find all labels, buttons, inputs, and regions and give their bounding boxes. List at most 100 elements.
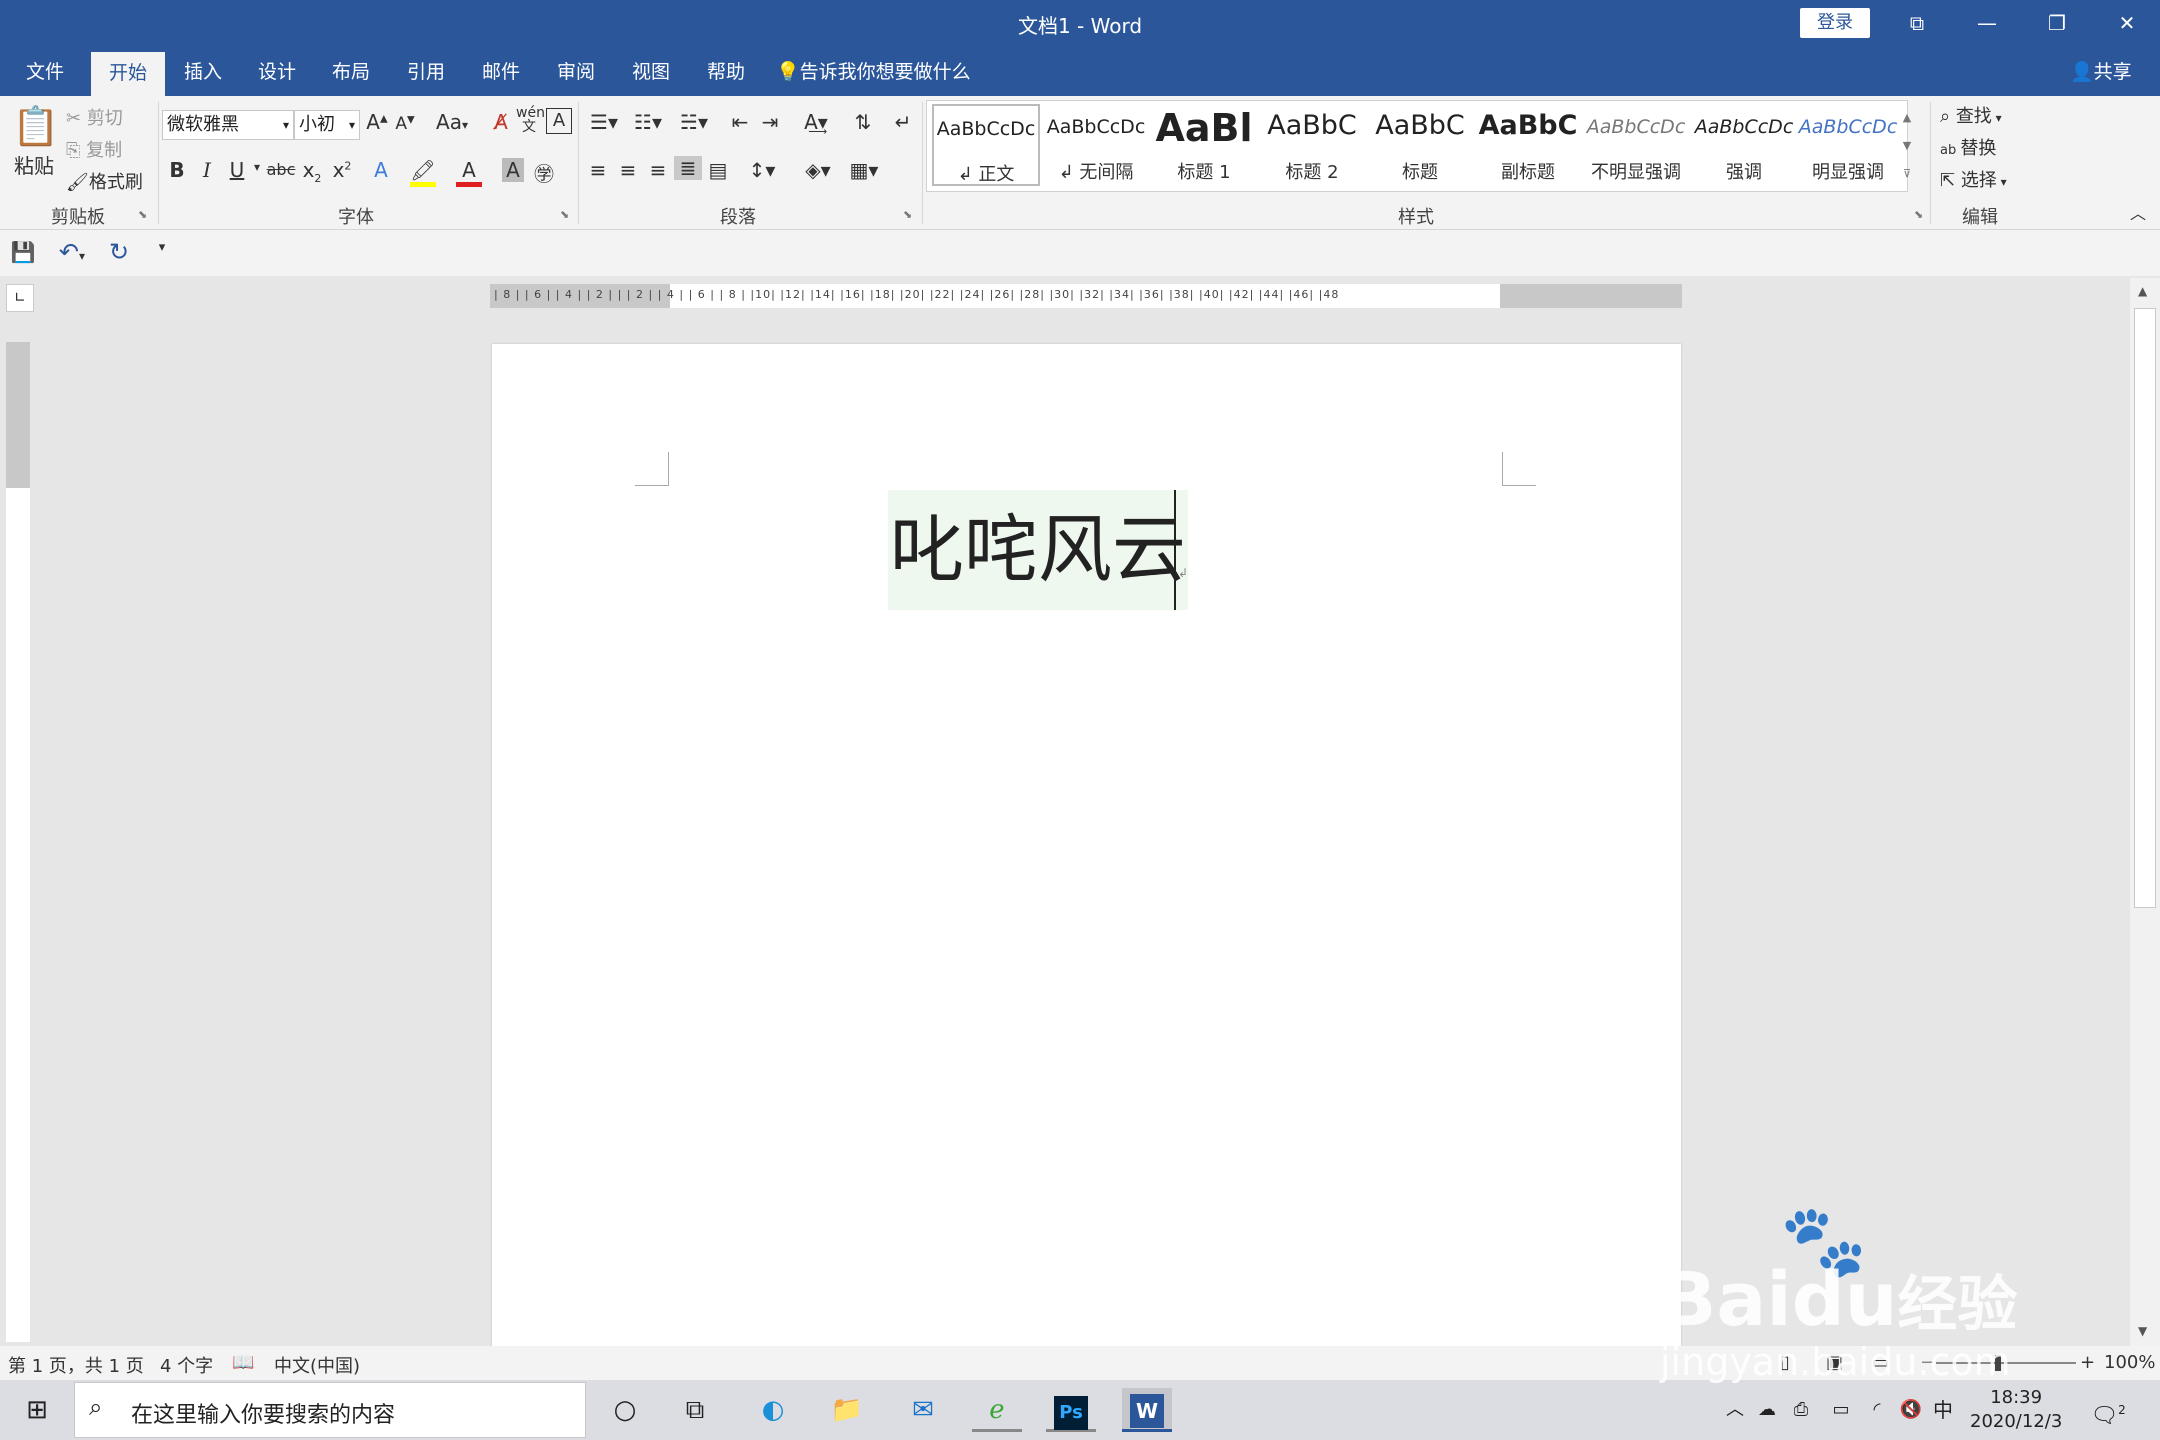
system-clock[interactable]: 18:39 2020/12/3 [1970,1386,2062,1434]
font-size-dropdown[interactable]: 小初 ▾ [294,110,360,140]
numbering-icon[interactable]: ☷▾ [628,110,668,134]
undo-icon[interactable]: ↶▾ [52,238,92,266]
style-normal[interactable]: AaBbCcDc ↲ 正文 [932,104,1040,186]
font-color-icon[interactable]: A [456,158,482,187]
styles-launcher-icon[interactable]: ⬊ [1914,208,1923,221]
tab-insert[interactable]: 插入 [170,48,236,96]
paste-button[interactable]: 粘贴 [14,150,54,179]
onedrive-icon[interactable]: ☁ [1752,1388,1782,1432]
battery-icon[interactable]: ▭ [1826,1388,1856,1432]
ie-browser-icon[interactable]: ℯ [972,1388,1022,1432]
phonetic-guide-icon[interactable]: wén 文 [516,106,545,134]
character-shading-icon[interactable]: A [502,158,524,182]
align-right-icon[interactable]: ≡ [644,158,672,182]
volume-muted-icon[interactable]: 🔇 [1896,1388,1926,1432]
decrease-indent-icon[interactable]: ⇤ [726,110,754,134]
scroll-down-icon[interactable]: ▼ [2138,1324,2147,1338]
photoshop-icon[interactable]: Ps [1046,1388,1096,1432]
vertical-ruler[interactable] [6,342,30,1342]
strikethrough-icon[interactable]: abc [266,160,296,179]
multilevel-list-icon[interactable]: ☵▾ [674,110,714,134]
chevron-down-icon[interactable]: ▾ [250,160,264,174]
style-intense-emphasis[interactable]: AaBbCcDc 明显强调 [1796,104,1900,186]
tab-review[interactable]: 审阅 [543,48,609,96]
text-effects-icon[interactable]: A [368,158,394,182]
cut-button[interactable]: ✂ 剪切 [66,104,123,130]
underline-icon[interactable]: U [226,158,248,182]
wifi-icon[interactable]: ◜ [1862,1388,1892,1432]
style-heading-2[interactable]: AaBbC 标题 2 [1258,104,1366,186]
windows-start-icon[interactable]: ⊞ [12,1388,62,1432]
style-subtle-emphasis[interactable]: AaBbCcDc 不明显强调 [1582,104,1690,186]
paragraph-launcher-icon[interactable]: ⬊ [903,208,912,221]
restore-icon[interactable]: ❐ [2025,0,2089,48]
find-button[interactable]: ⌕ 查找 ▾ [1940,102,2002,128]
customize-qat-icon[interactable]: ▾ [152,240,172,255]
word-taskbar-icon[interactable]: W [1122,1388,1172,1432]
character-border-icon[interactable]: A [546,108,572,134]
style-no-spacing[interactable]: AaBbCcDc ↲ 无间隔 [1042,104,1150,186]
tell-me-box[interactable]: 💡告诉我你想要做什么 [776,48,971,96]
notifications-icon[interactable]: 🗨2 [2088,1388,2128,1432]
copy-button[interactable]: ⎘ 复制 [66,136,122,162]
italic-icon[interactable]: I [196,158,218,182]
tab-references[interactable]: 引用 [393,48,459,96]
clear-formatting-icon[interactable]: A̸ [488,110,514,134]
proofing-icon[interactable]: 📖 [232,1352,254,1373]
shading-icon[interactable]: ◈▾ [798,158,838,182]
subscript-icon[interactable]: x2 [300,158,324,185]
borders-icon[interactable]: ▦▾ [844,158,884,182]
increase-indent-icon[interactable]: ⇥ [756,110,784,134]
show-marks-icon[interactable]: ↵ [888,110,918,134]
tab-mailings[interactable]: 邮件 [468,48,534,96]
mail-icon[interactable]: ✉ [898,1388,948,1432]
zoom-level[interactable]: 100% [2104,1352,2155,1373]
align-left-icon[interactable]: ≡ [584,158,612,182]
file-explorer-icon[interactable]: 📁 [822,1388,872,1432]
highlight-icon[interactable]: 🖍 [410,158,436,187]
document-text[interactable]: 叱咤风云 [888,490,1188,610]
paste-icon[interactable]: 📋 [12,104,59,148]
style-heading-1[interactable]: AaBl 标题 1 [1150,104,1258,186]
tab-design[interactable]: 设计 [244,48,310,96]
share-button[interactable]: 👤共享 [2070,48,2132,96]
style-subtitle[interactable]: AaBbC 副标题 [1474,104,1582,186]
minimize-icon[interactable]: — [1955,0,2019,48]
style-title[interactable]: AaBbC 标题 [1366,104,1474,186]
scrollbar-thumb[interactable] [2134,308,2156,908]
bullets-icon[interactable]: ☰▾ [584,110,624,134]
close-icon[interactable]: ✕ [2095,0,2159,48]
ime-indicator[interactable]: 中 [1928,1388,1958,1432]
style-emphasis[interactable]: AaBbCcDc 强调 [1690,104,1798,186]
cortana-icon[interactable]: ○ [600,1388,650,1432]
replace-button[interactable]: ab 替换 [1940,134,1996,160]
taskbar-search-box[interactable]: ⌕ 在这里输入你要搜索的内容 [74,1382,586,1438]
network-device-icon[interactable]: ⎙ [1786,1388,1816,1432]
font-launcher-icon[interactable]: ⬊ [560,208,569,221]
font-name-dropdown[interactable]: 微软雅黑 ▾ [162,110,294,140]
line-spacing-icon[interactable]: ↕▾ [742,158,782,182]
styles-scroll[interactable]: ▲ ▼ ⊽ [1900,104,1914,188]
language-indicator[interactable]: 中文(中国) [274,1352,360,1378]
tab-help[interactable]: 帮助 [693,48,759,96]
grow-font-icon[interactable]: A▲ [364,110,390,134]
tab-home[interactable]: 开始 [91,52,165,96]
tab-file[interactable]: 文件 [10,48,80,96]
bold-icon[interactable]: B [166,158,188,182]
justify-icon[interactable]: ≣ [674,156,702,180]
superscript-icon[interactable]: x2 [330,158,354,182]
vertical-scrollbar[interactable]: ▲ ▼ [2130,278,2160,1346]
ribbon-display-options-icon[interactable]: ⧉ [1885,0,1949,48]
task-view-icon[interactable]: ⧉ [670,1388,720,1432]
show-hidden-icons[interactable]: ︿ [1720,1388,1750,1432]
collapse-ribbon-icon[interactable]: ︿ [2130,200,2146,224]
select-button[interactable]: ⇱ 选择 ▾ [1940,166,2007,192]
enclose-characters-icon[interactable]: ㊫ [532,158,556,187]
format-painter-button[interactable]: 🖌格式刷 [66,168,143,194]
scroll-up-icon[interactable]: ▲ [2138,284,2147,298]
align-center-icon[interactable]: ≡ [614,158,642,182]
clipboard-launcher-icon[interactable]: ⬊ [138,208,147,221]
horizontal-ruler[interactable]: | 8 | | 6 | | 4 | | 2 | | | 2 | | 4 | | … [490,284,1682,308]
distributed-icon[interactable]: ▤ [704,158,732,182]
page-count[interactable]: 第 1 页，共 1 页 [8,1352,144,1378]
